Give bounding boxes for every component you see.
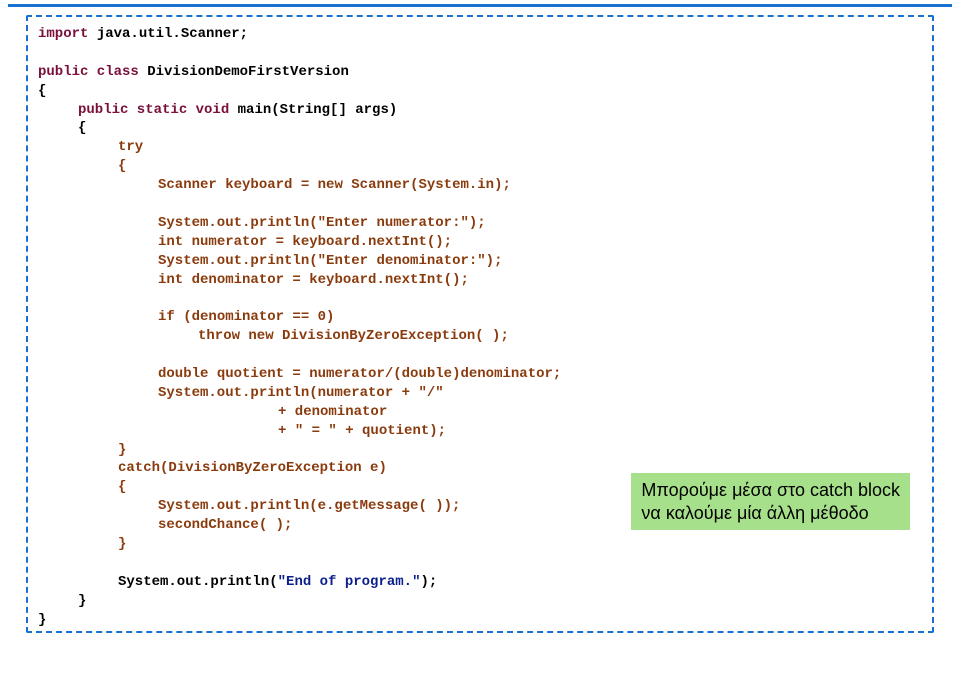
code-line: } [38,441,922,460]
code-text: ); [420,574,437,590]
code-text: + [278,423,295,439]
code-line: Scanner keyboard = new Scanner(System.in… [38,176,922,195]
code-line: System.out.println("Enter denominator:")… [38,252,922,271]
code-line: try [38,138,922,157]
code-text: ); [486,253,503,269]
keyword: double [402,366,452,382]
header-rule [8,4,952,7]
code-text: System.out.println( [158,215,318,231]
keyword: int [158,234,183,250]
code-text: denominator = keyboard.nextInt(); [183,272,469,288]
code-text: quotient = numerator/( [208,366,401,382]
string: "Enter numerator:" [318,215,469,231]
code-line: } [38,535,922,554]
string: " = " [295,423,337,439]
keyword: catch [118,460,160,476]
code-text: numerator = keyboard.nextInt(); [183,234,452,250]
string: "Enter denominator:" [318,253,486,269]
code-text: System.out.println( [158,253,318,269]
keyword: double [158,366,208,382]
code-line: { [38,119,922,138]
code-line: System.out.println(numerator + "/" [38,384,922,403]
code-text: secondChance( ); [158,517,292,533]
keyword: public class [38,64,139,80]
code-line: { [38,157,922,176]
code-line: public static void main(String[] args) [38,101,922,120]
code-text: System.out.println( [118,574,278,590]
code-line: int numerator = keyboard.nextInt(); [38,233,922,252]
code-container: import java.util.Scanner; public class D… [26,15,934,633]
code-line: } [38,592,922,611]
code-text: + quotient); [337,423,446,439]
brace: { [118,158,126,174]
keyword: public static void [78,102,229,118]
callout-line: να καλούμε μία άλλη μέθοδο [641,502,900,525]
callout-line: Μπορούμε μέσα στο catch block [641,479,900,502]
code-text: DivisionDemoFirstVersion [139,64,349,80]
blank-line [38,195,922,214]
code-text: System.out.println(e.getMessage( )); [158,498,460,514]
code-text: System.out.println(numerator + [158,385,418,401]
code-line: + " = " + quotient); [38,422,922,441]
brace: { [118,479,126,495]
code-line: double quotient = numerator/(double)deno… [38,365,922,384]
code-line: { [38,82,922,101]
brace: } [118,536,126,552]
blank-line [38,346,922,365]
code-line: System.out.println("Enter numerator:"); [38,214,922,233]
code-line: } [38,611,922,630]
blank-line [38,44,922,63]
brace: } [118,442,126,458]
code-text: Scanner(System.in); [343,177,511,193]
code-text: main(String[] args) [229,102,397,118]
code-text: (DivisionByZeroException e) [160,460,387,476]
blank-line [38,554,922,573]
keyword: throw new [198,328,274,344]
code-text: java.util.Scanner; [88,26,248,42]
code-text: )denominator; [452,366,561,382]
code-line: import java.util.Scanner; [38,25,922,44]
code-text: (denominator == 0) [175,309,335,325]
code-text: + denominator [278,404,387,420]
keyword: if [158,309,175,325]
keyword: new [318,177,343,193]
keyword: int [158,272,183,288]
code-line: if (denominator == 0) [38,308,922,327]
string: "/" [418,385,443,401]
code-text: Scanner keyboard = [158,177,318,193]
code-line: + denominator [38,403,922,422]
code-line: System.out.println("End of program."); [38,573,922,592]
code-line: int denominator = keyboard.nextInt(); [38,271,922,290]
keyword: try [118,139,143,155]
code-text: DivisionByZeroException( ); [274,328,509,344]
blank-line [38,289,922,308]
code-line: public class DivisionDemoFirstVersion [38,63,922,82]
code-line: throw new DivisionByZeroException( ); [38,327,922,346]
annotation-callout: Μπορούμε μέσα στο catch block να καλούμε… [631,473,910,530]
keyword: import [38,26,88,42]
code-text: ); [469,215,486,231]
string: "End of program." [278,574,421,590]
